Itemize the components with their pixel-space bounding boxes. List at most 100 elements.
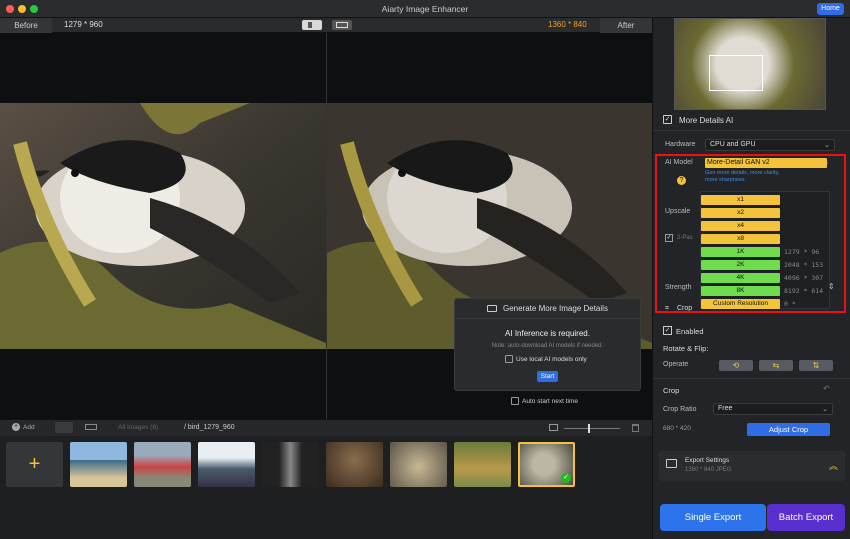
compare-view-icon[interactable] — [332, 20, 352, 30]
ai-model-value: More-Detail GAN v2 — [707, 159, 770, 166]
home-button[interactable]: Home — [817, 3, 844, 15]
auto-start-checkbox[interactable] — [511, 397, 519, 405]
before-label: Before — [0, 18, 52, 33]
export-settings-icon — [666, 459, 677, 468]
upscale-option-8[interactable]: Custom Resolution — [701, 299, 780, 309]
use-local-checkbox[interactable] — [505, 355, 513, 363]
thumbnail-3[interactable] — [198, 442, 255, 487]
use-local-label: Use local AI models only — [516, 356, 587, 363]
chevron-up-icon[interactable]: ︽ — [829, 459, 838, 472]
thumbnail-7[interactable] — [454, 442, 511, 487]
crop-label: Crop — [663, 386, 680, 395]
after-size: 1360 * 840 — [548, 20, 587, 29]
navigator-preview[interactable] — [674, 18, 826, 110]
thumbnail-5[interactable] — [326, 442, 383, 487]
download-note: Note: auto-download AI models if needed. — [491, 343, 604, 349]
ai-model-label: AI Model — [665, 159, 693, 166]
monitor-icon — [487, 305, 497, 312]
crop-enabled-checkbox[interactable]: ✓ — [663, 326, 672, 335]
popup-title: Generate More Image Details — [503, 304, 608, 313]
menu-stepper-icon[interactable]: ⇕ — [828, 282, 835, 291]
ai-model-description: Gen more details, more clarity, more sha… — [705, 170, 780, 183]
thumbnail-2[interactable] — [134, 442, 191, 487]
help-icon[interactable]: ? — [677, 176, 686, 185]
auto-start-label: Auto start next time — [522, 398, 578, 405]
thumbnail-size-slider[interactable] — [564, 428, 620, 429]
hardware-label: Hardware — [665, 141, 696, 148]
upscale-resolution-5: 2048 * 153 — [784, 261, 824, 269]
thumbnail-4[interactable] — [262, 442, 319, 487]
current-path: / bird_1279_960 — [184, 424, 235, 431]
thumbnail-strip: + ✓ — [0, 436, 652, 539]
image-size-icon — [549, 424, 558, 431]
inference-required-text: AI Inference is required. — [505, 329, 590, 338]
add-image-button[interactable]: + — [6, 442, 63, 487]
rotate-flip-label: Rotate & Flip: — [663, 344, 709, 353]
two-pass-checkbox[interactable]: ✓ — [665, 234, 673, 242]
hardware-dropdown[interactable]: CPU and GPU ⌄ — [705, 139, 835, 151]
upscale-label: Upscale — [665, 208, 691, 215]
upscale-resolution-6: 4096 * 307 — [784, 274, 824, 282]
upscale-resolution-8: 0 * — [784, 300, 796, 308]
rotate-button[interactable]: ⟲ — [719, 360, 753, 371]
flip-horizontal-button[interactable]: ⇆ — [759, 360, 793, 371]
grid-view-icon[interactable] — [55, 422, 73, 433]
thumbnail-6[interactable] — [390, 442, 447, 487]
more-details-checkbox[interactable]: ✓ — [663, 115, 672, 124]
start-button[interactable]: Start — [537, 371, 558, 382]
more-details-label: More Details AI — [679, 116, 734, 125]
chevron-down-icon: ⌄ — [822, 406, 828, 413]
crop-enabled-label: Enabled — [676, 327, 704, 336]
upscale-resolution-7: 8192 * 614 — [784, 287, 824, 295]
crop-section-icon: ⌗ — [665, 305, 669, 312]
thumbnail-toolbar: + Add All Images (8) / bird_1279_960 — [0, 419, 652, 436]
upscale-option-5[interactable]: 2K — [701, 260, 780, 270]
two-pass-label: 2-Pas — [677, 235, 693, 241]
adjust-crop-button[interactable]: Adjust Crop — [747, 423, 830, 436]
upscale-option-6[interactable]: 4K — [701, 273, 780, 283]
before-image — [0, 103, 326, 349]
operate-label: Operate — [663, 361, 689, 368]
export-settings-panel[interactable]: Export Settings 1360 * 840 JPEG ︽ — [659, 451, 845, 481]
thumbnail-8-selected[interactable]: ✓ — [518, 442, 575, 487]
crop-ratio-value: Free — [718, 405, 733, 412]
window-title: Aiarty Image Enhancer — [381, 4, 469, 14]
upscale-option-0[interactable]: x1 — [701, 195, 780, 205]
upscale-menu: x1 x2 x4 x8 1K 1279 * 96 2K 2048 * 153 4K 4096 * … — [700, 191, 830, 309]
ai-model-dropdown[interactable]: More-Detail GAN v2 — [705, 158, 827, 168]
title-bar: Aiarty Image Enhancer Home — [0, 0, 850, 18]
reset-crop-icon[interactable]: ↶ — [823, 384, 830, 393]
inference-popup: Generate More Image Details AI Inference… — [454, 298, 641, 391]
check-icon: ✓ — [561, 473, 571, 483]
upscale-option-2[interactable]: x4 — [701, 221, 780, 231]
batch-export-button[interactable]: Batch Export — [767, 504, 845, 531]
slider-handle[interactable] — [588, 424, 590, 433]
after-label: After — [600, 18, 652, 33]
crop-size: 680 * 420 — [663, 425, 691, 432]
split-view-icon[interactable] — [302, 20, 322, 30]
upscale-option-4[interactable]: 1K — [701, 247, 780, 257]
thumbnail-1[interactable] — [70, 442, 127, 487]
flip-vertical-button[interactable]: ⇅ — [799, 360, 833, 371]
export-settings-label: Export Settings — [685, 457, 730, 464]
before-size: 1279 * 960 — [64, 20, 103, 29]
upscale-option-3[interactable]: x8 — [701, 234, 780, 244]
chevron-down-icon[interactable]: ⌄ — [824, 158, 830, 166]
strength-label: Strength — [665, 284, 692, 291]
upscale-option-1[interactable]: x2 — [701, 208, 780, 218]
all-images-link[interactable]: All Images (8) — [118, 424, 158, 431]
add-label[interactable]: Add — [23, 424, 35, 431]
trash-icon[interactable] — [632, 424, 639, 432]
compare-bar: Before 1279 * 960 1360 * 840 After — [0, 18, 652, 33]
crop-ratio-dropdown[interactable]: Free ⌄ — [713, 403, 833, 415]
hardware-value: CPU and GPU — [710, 141, 756, 148]
list-view-icon[interactable] — [85, 424, 97, 430]
chevron-down-icon: ⌄ — [824, 142, 830, 149]
compare-divider[interactable] — [326, 33, 327, 419]
single-export-button[interactable]: Single Export — [660, 504, 766, 531]
crop-section-label[interactable]: Crop — [677, 305, 692, 312]
upscale-option-7[interactable]: 8K — [701, 286, 780, 296]
add-icon[interactable]: + — [12, 423, 20, 431]
crop-ratio-label: Crop Ratio — [663, 406, 697, 413]
export-info: 1360 * 840 JPEG — [685, 467, 732, 473]
